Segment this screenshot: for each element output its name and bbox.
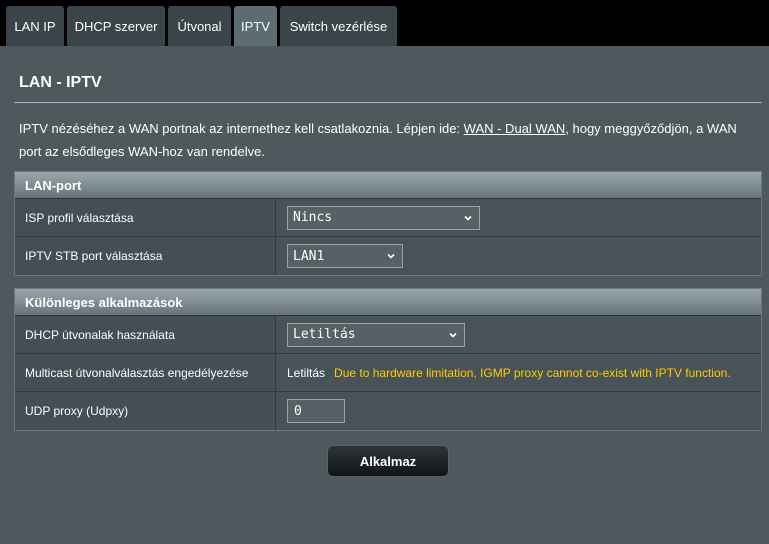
isp-profile-value: Nincs xyxy=(293,210,333,225)
apply-button[interactable]: Alkalmaz xyxy=(327,445,449,477)
title-divider xyxy=(14,102,762,103)
igmp-warning-text: Due to hardware limitation, IGMP proxy c… xyxy=(334,365,731,380)
wan-dual-wan-link[interactable]: WAN - Dual WAN xyxy=(464,121,566,136)
tab-bar: LAN IP DHCP szerver Útvonal IPTV Switch … xyxy=(0,0,769,46)
stb-port-row: IPTV STB port választása LAN1 xyxy=(15,237,761,275)
udp-proxy-row: UDP proxy (Udpxy) 0 xyxy=(15,392,761,430)
lan-port-section: LAN-port ISP profil választása Nincs IPT… xyxy=(14,171,762,276)
stb-port-label: IPTV STB port választása xyxy=(15,237,276,275)
page-title: LAN - IPTV xyxy=(19,74,102,91)
isp-profile-label: ISP profil választása xyxy=(15,199,276,236)
chevron-down-icon xyxy=(449,332,457,338)
dhcp-routes-label: DHCP útvonalak használata xyxy=(15,316,276,353)
stb-port-select[interactable]: LAN1 xyxy=(287,244,403,268)
multicast-row: Multicast útvonalválasztás engedélyezése… xyxy=(15,354,761,392)
stb-port-value: LAN1 xyxy=(293,248,325,264)
special-apps-section: Különleges alkalmazások DHCP útvonalak h… xyxy=(14,288,762,431)
udp-proxy-label: UDP proxy (Udpxy) xyxy=(15,392,276,430)
multicast-value: Letiltás xyxy=(287,365,326,380)
tab-switch-control[interactable]: Switch vezérlése xyxy=(280,6,397,46)
isp-profile-select[interactable]: Nincs xyxy=(287,205,480,230)
settings-panel: LAN - IPTV IPTV nézéséhez a WAN portnak … xyxy=(0,46,769,544)
lan-port-header: LAN-port xyxy=(15,172,761,199)
special-apps-header: Különleges alkalmazások xyxy=(15,289,761,316)
page-description: IPTV nézéséhez a WAN portnak az internet… xyxy=(19,117,754,163)
chevron-down-icon xyxy=(464,215,472,221)
tab-iptv[interactable]: IPTV xyxy=(234,6,277,46)
dhcp-routes-select[interactable]: Letiltás xyxy=(287,322,465,347)
isp-profile-row: ISP profil választása Nincs xyxy=(15,199,761,237)
udp-proxy-input[interactable]: 0 xyxy=(287,399,345,423)
multicast-label: Multicast útvonalválasztás engedélyezése xyxy=(15,354,276,391)
tab-dhcp-server[interactable]: DHCP szerver xyxy=(67,6,165,46)
description-text-start: IPTV nézéséhez a WAN portnak az internet… xyxy=(19,121,464,136)
tab-lan-ip[interactable]: LAN IP xyxy=(6,6,64,46)
dhcp-routes-row: DHCP útvonalak használata Letiltás xyxy=(15,316,761,354)
chevron-down-icon xyxy=(387,253,395,259)
tab-routing[interactable]: Útvonal xyxy=(168,6,231,46)
dhcp-routes-value: Letiltás xyxy=(293,327,356,342)
